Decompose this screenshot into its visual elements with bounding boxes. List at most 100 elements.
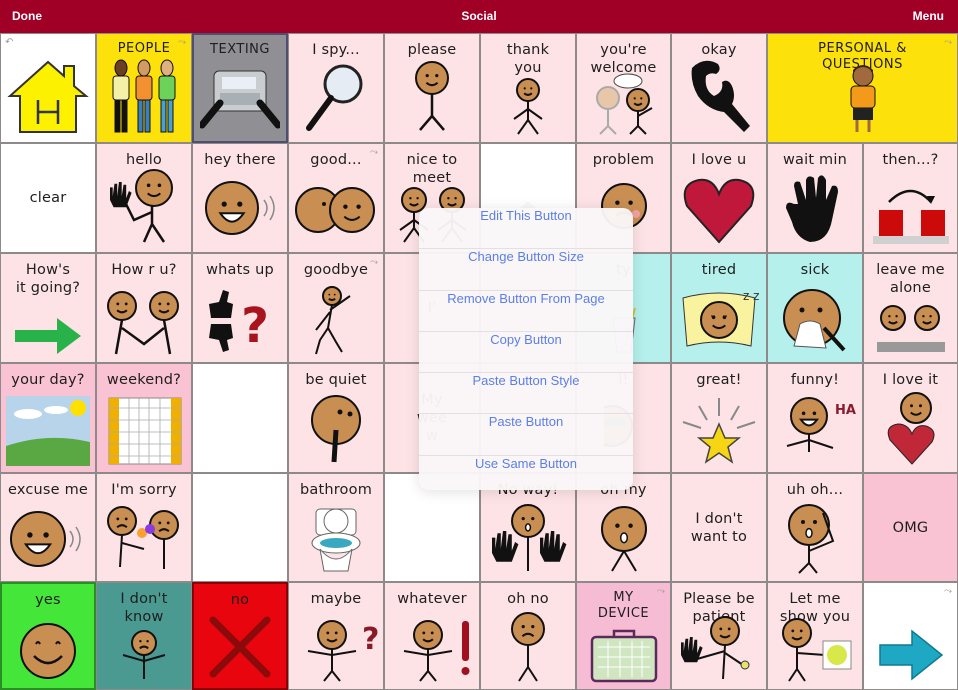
button-label: PEOPLE bbox=[117, 41, 171, 56]
link-icon: ⤳ bbox=[178, 37, 186, 48]
grid-button-goodbye[interactable]: goodbye ⤳ bbox=[288, 253, 384, 363]
svg-text:?: ? bbox=[241, 298, 269, 354]
grid-button-your-day[interactable]: your day? bbox=[0, 363, 96, 473]
menu-item-paste-button[interactable]: Paste Button bbox=[419, 414, 633, 456]
button-label: excuse me bbox=[7, 482, 89, 498]
grid-button-i-don-t-know[interactable]: I don't know bbox=[96, 582, 192, 690]
svg-text:?: ? bbox=[362, 622, 378, 657]
link-icon: ⤳ bbox=[370, 147, 378, 158]
grid-button-hello[interactable]: hello bbox=[96, 143, 192, 253]
button-label: I love u bbox=[691, 152, 747, 168]
button-label: I don't want to bbox=[690, 510, 748, 545]
button-label: your day? bbox=[11, 372, 85, 388]
menu-item-copy-button[interactable]: Copy Button bbox=[419, 332, 633, 374]
menu-item-remove-button[interactable]: Remove Button From Page bbox=[419, 291, 633, 332]
grid-button-bathroom[interactable]: bathroom bbox=[288, 473, 384, 582]
grid-button-i-m-sorry[interactable]: I'm sorry bbox=[96, 473, 192, 582]
grid-button-oh-no[interactable]: oh no bbox=[480, 582, 576, 690]
grid-button-empty[interactable] bbox=[192, 473, 288, 582]
grid-button-whats-up[interactable]: whats up? bbox=[192, 253, 288, 363]
grid-button-please-be-patient[interactable]: Please be patient bbox=[671, 582, 767, 690]
grid-button-hey-there[interactable]: hey there bbox=[192, 143, 288, 253]
button-label: yes bbox=[35, 592, 61, 608]
button-label: I spy... bbox=[312, 42, 360, 58]
grid-button-be-quiet[interactable]: be quiet bbox=[288, 363, 384, 473]
grid-button-excuse-me[interactable]: excuse me bbox=[0, 473, 96, 582]
button-label: good... bbox=[310, 152, 362, 168]
button-label: maybe bbox=[310, 591, 362, 607]
grid-button-funny[interactable]: funny! HA bbox=[767, 363, 863, 473]
done-button[interactable]: Done bbox=[12, 9, 42, 23]
link-icon: ⤳ bbox=[657, 586, 665, 597]
button-label: tired bbox=[701, 262, 737, 278]
grid-button-whatever[interactable]: whatever bbox=[384, 582, 480, 690]
grid-button-no[interactable]: no bbox=[192, 582, 288, 690]
button-label: nice to meet bbox=[406, 152, 458, 186]
button-label: weekend? bbox=[106, 372, 182, 388]
button-label: leave me alone bbox=[876, 262, 945, 296]
link-icon: ⤳ bbox=[370, 257, 378, 268]
button-label: hey there bbox=[204, 152, 276, 168]
grid-button-then[interactable]: then...? bbox=[863, 143, 958, 253]
button-label: whatever bbox=[397, 591, 467, 607]
grid-button-you-re-welcome[interactable]: you're welcome bbox=[576, 33, 671, 143]
button-label: uh oh... bbox=[786, 482, 844, 498]
grid-button-i-don-t-want-to[interactable]: I don't want to bbox=[671, 473, 767, 582]
button-label: I love it bbox=[882, 372, 939, 388]
grid-button-weekend[interactable]: weekend? bbox=[96, 363, 192, 473]
button-label: sick bbox=[800, 262, 830, 278]
context-menu: Edit This Button Change Button Size Remo… bbox=[419, 201, 633, 490]
page-title: Social bbox=[461, 9, 497, 23]
grid-button-please[interactable]: please bbox=[384, 33, 480, 143]
grid-button-personal-questions[interactable]: PERSONAL & QUESTIONS ⤳ bbox=[767, 33, 958, 143]
back-icon: ↶ bbox=[5, 37, 14, 48]
grid-button-good[interactable]: good... ⤳ bbox=[288, 143, 384, 253]
button-label: whats up bbox=[206, 262, 274, 278]
grid-button-i-spy[interactable]: I spy... bbox=[288, 33, 384, 143]
menu-button[interactable]: Menu bbox=[913, 9, 944, 23]
menu-item-edit-button[interactable]: Edit This Button bbox=[419, 208, 633, 250]
button-label: TEXTING bbox=[210, 42, 270, 57]
menu-item-use-same-button[interactable]: Use Same Button bbox=[419, 456, 633, 490]
grid-button-clear[interactable]: clear bbox=[0, 143, 96, 253]
grid-button-okay[interactable]: okay bbox=[671, 33, 767, 143]
grid-button-omg[interactable]: OMG bbox=[863, 473, 958, 582]
grid-button-yes[interactable]: yes bbox=[0, 582, 96, 690]
svg-text:HA: HA bbox=[835, 403, 856, 418]
top-bar: Done Social Menu bbox=[0, 0, 958, 33]
button-label: problem bbox=[592, 152, 655, 168]
grid-button-people[interactable]: PEOPLE ⤳ bbox=[96, 33, 192, 143]
grid-button-tired[interactable]: tired z z bbox=[671, 253, 767, 363]
grid-button-how-r-u[interactable]: How r u? bbox=[96, 253, 192, 363]
button-label: clear bbox=[29, 190, 67, 206]
grid-button-uh-oh[interactable]: uh oh... bbox=[767, 473, 863, 582]
grid-button-i-love-it[interactable]: I love it bbox=[863, 363, 958, 473]
grid-button-home-icon[interactable]: ↶ bbox=[0, 33, 96, 143]
svg-text:z z: z z bbox=[743, 289, 759, 303]
context-menu-panel: Edit This Button Change Button Size Remo… bbox=[419, 208, 633, 490]
grid-button-my-device[interactable]: MY DEVICE ⤳ bbox=[576, 582, 671, 690]
grid-button-wait-min[interactable]: wait min bbox=[767, 143, 863, 253]
button-label: How r u? bbox=[111, 262, 177, 278]
button-label: then...? bbox=[882, 152, 939, 168]
button-label: I'm sorry bbox=[111, 482, 177, 498]
button-label: funny! bbox=[790, 372, 840, 388]
grid-button-maybe[interactable]: maybe? bbox=[288, 582, 384, 690]
grid-button-i-love-u[interactable]: I love u bbox=[671, 143, 767, 253]
grid-button-let-me-show-you[interactable]: Let me show you bbox=[767, 582, 863, 690]
button-label: How's it going? bbox=[15, 262, 81, 296]
grid-button-thank-you[interactable]: thank you bbox=[480, 33, 576, 143]
grid-button-next-arrow-icon[interactable]: ⤳ bbox=[863, 582, 958, 690]
button-label: I don't know bbox=[120, 591, 168, 625]
grid-button-how-s-it-going[interactable]: How's it going? bbox=[0, 253, 96, 363]
grid-button-sick[interactable]: sick bbox=[767, 253, 863, 363]
grid-button-empty[interactable] bbox=[192, 363, 288, 473]
menu-item-paste-style[interactable]: Paste Button Style bbox=[419, 373, 633, 415]
button-label: no bbox=[230, 592, 250, 608]
menu-item-change-size[interactable]: Change Button Size bbox=[419, 249, 633, 291]
grid-button-leave-me-alone[interactable]: leave me alone bbox=[863, 253, 958, 363]
grid-button-texting[interactable]: TEXTING bbox=[192, 33, 288, 143]
grid-button-great[interactable]: great! bbox=[671, 363, 767, 473]
link-icon: ⤳ bbox=[944, 586, 952, 597]
link-icon: ⤳ bbox=[944, 37, 952, 48]
